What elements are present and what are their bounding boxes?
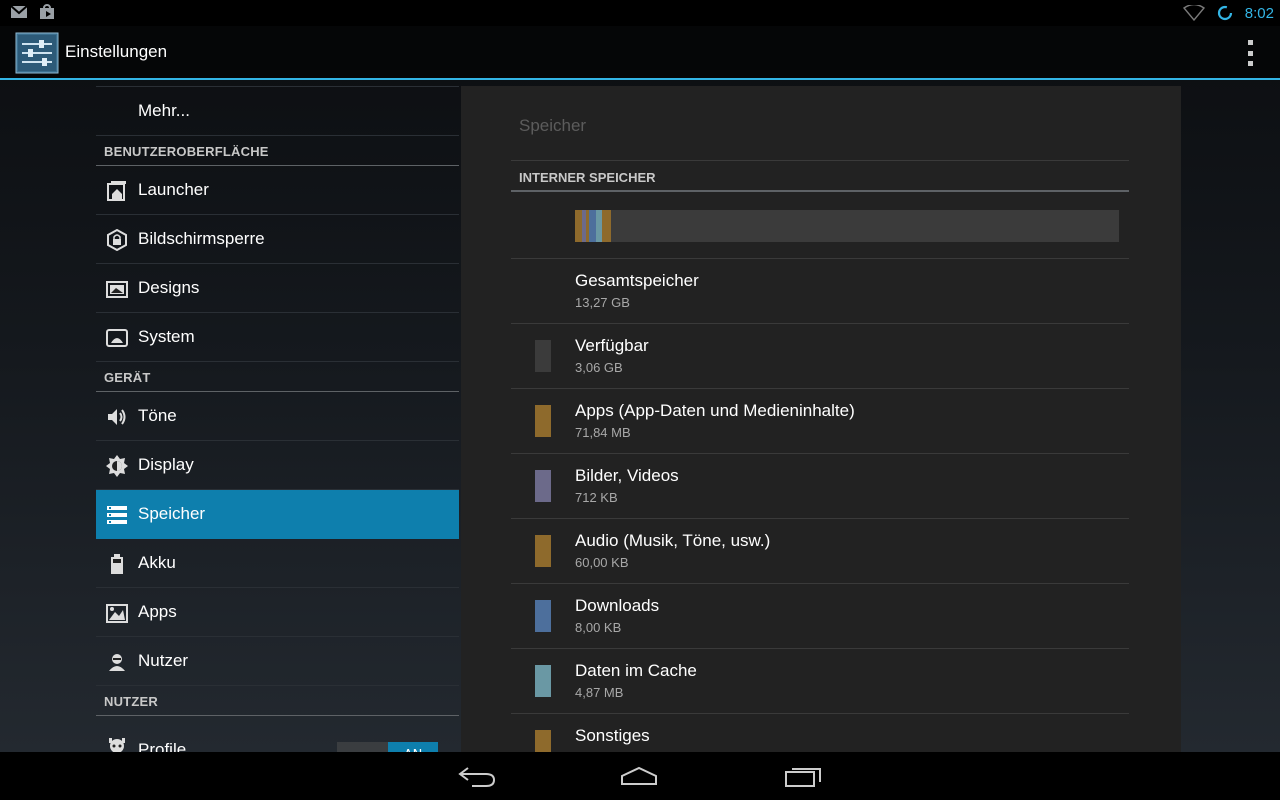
storage-row-title: Daten im Cache <box>575 661 697 680</box>
sidebar-item-label: Display <box>138 455 194 474</box>
storage-row-title: Apps (App-Daten und Medieninhalte) <box>575 401 855 420</box>
storage-row[interactable]: Gesamtspeicher 13,27 GB <box>511 259 1129 324</box>
designs-icon <box>106 281 128 298</box>
color-swatch <box>535 665 551 697</box>
lock-icon <box>107 229 127 251</box>
color-swatch <box>535 470 551 502</box>
storage-row[interactable]: Verfügbar 3,06 GB <box>511 324 1129 389</box>
storage-row[interactable]: Apps (App-Daten und Medieninhalte) 71,84 … <box>511 389 1129 454</box>
section-header-device: GERÄT <box>96 362 459 392</box>
storage-row-title: Verfügbar <box>575 336 649 355</box>
clock: 8:02 <box>1244 4 1274 22</box>
launcher-icon <box>107 181 126 201</box>
sidebar-item-label: Töne <box>138 406 177 425</box>
sidebar-item-storage[interactable]: Speicher <box>96 490 459 539</box>
sidebar-item-more[interactable]: Mehr... <box>96 86 459 136</box>
action-bar: Einstellungen <box>0 26 1280 80</box>
section-header-users: NUTZER <box>96 686 459 716</box>
speaker-icon <box>108 409 126 425</box>
storage-row-value: 3,06 GB <box>575 360 623 375</box>
sidebar-item-launcher[interactable]: Launcher <box>96 166 459 215</box>
storage-icon <box>107 506 127 524</box>
storage-row-title: Sonstiges <box>575 726 650 745</box>
sidebar-item-label: Profile <box>138 740 187 752</box>
storage-row-value: 8,00 KB <box>575 620 622 635</box>
sidebar-item-label: Nutzer <box>138 651 189 670</box>
section-divider <box>511 190 1129 192</box>
storage-row-value: 13,27 GB <box>575 295 630 310</box>
storage-row[interactable]: Downloads 8,00 KB <box>511 584 1129 649</box>
gmail-icon <box>10 5 28 18</box>
sync-icon <box>1217 5 1232 21</box>
toggle-on-label: AN <box>388 742 438 752</box>
system-icons: 8:02 <box>1182 2 1274 24</box>
sidebar-item-system[interactable]: System <box>96 313 459 362</box>
sidebar-item-users[interactable]: Nutzer <box>96 637 459 686</box>
section-header-internal: INTERNER SPEICHER <box>519 170 656 185</box>
overflow-menu-icon[interactable] <box>1244 40 1256 66</box>
wifi-icon <box>1182 5 1205 21</box>
screen: 8:02 Einstellungen Mehr... BENUTZEROBERF… <box>0 0 1280 800</box>
battery-icon <box>111 554 123 574</box>
status-bar: 8:02 <box>0 0 1280 26</box>
storage-row-title: Downloads <box>575 596 660 615</box>
panel-title: Speicher <box>519 116 587 135</box>
play-store-update-icon <box>40 4 54 19</box>
sidebar-item-label: Speicher <box>138 504 206 523</box>
storage-row[interactable]: Daten im Cache 4,87 MB <box>511 649 1129 714</box>
sidebar-item-sounds[interactable]: Töne <box>96 392 459 441</box>
sidebar-item-label: Designs <box>138 278 200 297</box>
profile-icon <box>109 738 125 752</box>
storage-row-value: 71,84 MB <box>575 425 631 440</box>
storage-row-value: 712 KB <box>575 490 618 505</box>
sidebar-item-label: Mehr... <box>138 101 190 120</box>
settings-app-icon[interactable] <box>15 32 59 74</box>
sidebar-item-designs[interactable]: Designs <box>96 264 459 313</box>
storage-row-title: Bilder, Videos <box>575 466 679 485</box>
brightness-icon <box>106 455 128 477</box>
color-swatch <box>535 340 551 372</box>
sidebar-item-label: Launcher <box>138 180 209 199</box>
storage-row[interactable]: Bilder, Videos 712 KB <box>511 454 1129 519</box>
storage-row-value: 4,87 MB <box>575 685 624 700</box>
storage-panel: Speicher INTERNER SPEICHER Gesamtspeiche… <box>461 86 1181 752</box>
sidebar-item-display[interactable]: Display <box>96 441 459 490</box>
recents-icon[interactable] <box>778 760 828 792</box>
user-icon <box>109 654 125 671</box>
section-header-ui: BENUTZEROBERFLÄCHE <box>96 136 459 166</box>
back-icon[interactable] <box>452 760 502 792</box>
color-swatch <box>535 730 551 752</box>
color-swatch <box>535 535 551 567</box>
sidebar-item-label: Akku <box>138 553 176 572</box>
storage-row-title: Audio (Musik, Töne, usw.) <box>575 531 771 550</box>
home-icon[interactable] <box>614 760 664 792</box>
color-swatch <box>535 405 551 437</box>
storage-row-value: 60,00 KB <box>575 555 629 570</box>
settings-sidebar: Mehr... BENUTZEROBERFLÄCHE Launcher Bild… <box>96 86 459 752</box>
sidebar-item-battery[interactable]: Akku <box>96 539 459 588</box>
sidebar-item-label: Apps <box>138 602 177 621</box>
storage-row[interactable]: Audio (Musik, Töne, usw.) 60,00 KB <box>511 519 1129 584</box>
storage-row-title: Gesamtspeicher <box>575 271 699 290</box>
sidebar-item-label: Bildschirmsperre <box>138 229 265 248</box>
sidebar-item-lockscreen[interactable]: Bildschirmsperre <box>96 215 459 264</box>
divider <box>511 160 1129 161</box>
color-swatch <box>535 600 551 632</box>
sidebar-item-apps[interactable]: Apps <box>96 588 459 637</box>
navigation-bar <box>0 752 1280 800</box>
storage-row[interactable]: Sonstiges <box>511 714 1129 752</box>
notification-icons <box>10 4 56 20</box>
page-title: Einstellungen <box>65 42 168 61</box>
usage-segment <box>601 210 612 242</box>
sidebar-item-profiles[interactable]: Profile AN <box>96 716 459 752</box>
system-icon <box>106 329 128 347</box>
profiles-toggle[interactable]: AN <box>337 742 438 752</box>
sidebar-item-label: System <box>138 327 195 346</box>
apps-icon <box>106 604 128 623</box>
storage-usage-bar <box>575 210 1119 242</box>
